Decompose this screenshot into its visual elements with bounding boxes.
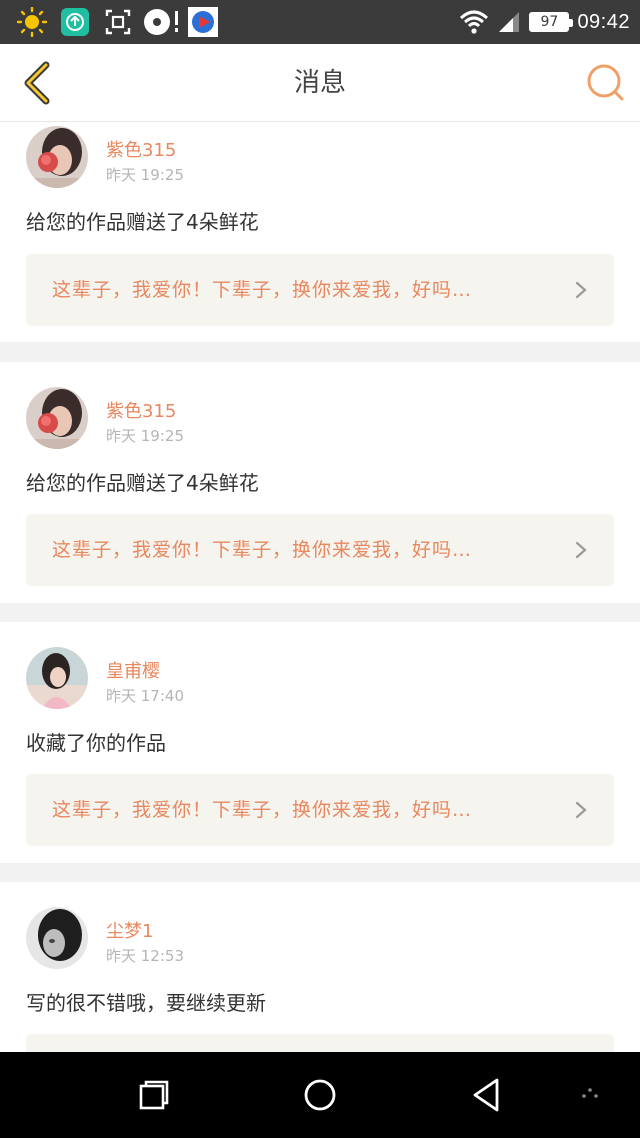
video-app-icon — [188, 7, 218, 37]
username[interactable]: 皇甫樱 — [106, 657, 160, 683]
message-text: 写的很不错哦，要继续更新 — [26, 991, 266, 1015]
username[interactable]: 紫色315 — [106, 397, 176, 423]
avatar[interactable] — [26, 907, 88, 969]
timestamp: 昨天 19:25 — [106, 427, 184, 445]
message-text: 收藏了你的作品 — [26, 731, 166, 755]
system-nav-bar — [0, 1052, 640, 1138]
work-quote[interactable]: 这辈子，我爱你！下辈子，换你来爱我，好吗… — [26, 514, 614, 586]
menu-button[interactable] — [568, 1073, 612, 1117]
quote-text: 这辈子，我爱你！下辈子，换你来爱我，好吗… — [52, 799, 473, 821]
avatar[interactable] — [26, 126, 88, 188]
message-card[interactable]: 紫色315 昨天 19:25 给您的作品赠送了4朵鲜花 这辈子，我爱你！下辈子，… — [0, 362, 640, 603]
back-icon — [473, 1078, 499, 1112]
wifi-icon — [460, 10, 489, 34]
avatar[interactable] — [26, 647, 88, 709]
search-icon[interactable] — [584, 62, 626, 104]
message-text: 给您的作品赠送了4朵鲜花 — [26, 471, 259, 495]
back-nav-button[interactable] — [464, 1073, 508, 1117]
battery-icon: 97 — [529, 12, 574, 32]
music-app-icon — [144, 9, 178, 35]
quote-text: 这辈子，我爱你！下辈子，换你来爱我，好吗… — [52, 539, 473, 561]
battery-level: 97 — [540, 14, 559, 30]
timestamp: 昨天 19:25 — [106, 166, 184, 184]
sun-icon — [16, 7, 48, 37]
recent-apps-icon — [139, 1080, 169, 1110]
timestamp: 昨天 17:40 — [106, 687, 184, 705]
message-text: 给您的作品赠送了4朵鲜花 — [26, 210, 259, 234]
upload-app-icon — [61, 8, 89, 36]
page-title: 消息 — [293, 68, 346, 98]
chevron-right-icon — [575, 801, 587, 819]
work-quote[interactable]: 这辈子，我爱你！下辈子，换你来爱我，好吗… — [26, 254, 614, 326]
username[interactable]: 尘梦1 — [106, 917, 153, 943]
recent-apps-button[interactable] — [132, 1073, 176, 1117]
menu-dots-icon — [582, 1088, 598, 1098]
status-bar: 97 09:42 — [0, 0, 640, 44]
message-list[interactable]: 紫色315 昨天 19:25 给您的作品赠送了4朵鲜花 这辈子，我爱你！下辈子，… — [0, 122, 640, 1052]
message-card[interactable]: 尘梦1 昨天 12:53 写的很不错哦，要继续更新 — [0, 882, 640, 1052]
scan-icon — [105, 9, 131, 35]
message-card[interactable]: 皇甫樱 昨天 17:40 收藏了你的作品 这辈子，我爱你！下辈子，换你来爱我，好… — [0, 622, 640, 863]
message-card[interactable]: 紫色315 昨天 19:25 给您的作品赠送了4朵鲜花 这辈子，我爱你！下辈子，… — [0, 122, 640, 342]
chevron-right-icon — [575, 541, 587, 559]
signal-icon — [499, 12, 520, 32]
status-time: 09:42 — [577, 10, 630, 33]
home-button[interactable] — [298, 1073, 342, 1117]
quote-text — [52, 1034, 572, 1052]
header: 消息 — [0, 44, 640, 122]
quote-text: 这辈子，我爱你！下辈子，换你来爱我，好吗… — [52, 279, 473, 301]
home-icon — [304, 1079, 336, 1111]
chevron-right-icon — [575, 281, 587, 299]
work-quote[interactable] — [26, 1034, 614, 1052]
username[interactable]: 紫色315 — [106, 136, 176, 162]
work-quote[interactable]: 这辈子，我爱你！下辈子，换你来爱我，好吗… — [26, 774, 614, 846]
timestamp: 昨天 12:53 — [106, 947, 184, 965]
avatar[interactable] — [26, 387, 88, 449]
